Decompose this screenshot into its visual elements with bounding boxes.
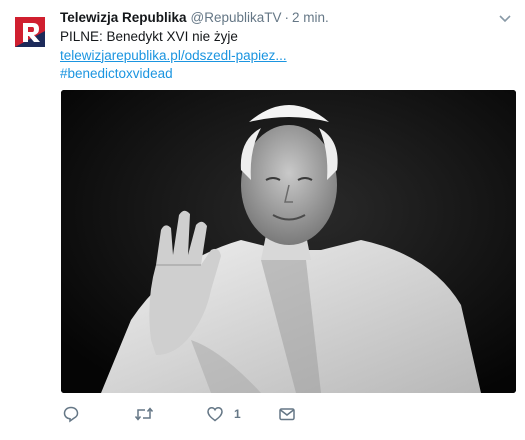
tweet-link[interactable]: telewizjarepublika.pl/odszedl-papiez... bbox=[60, 47, 505, 66]
direct-message-button[interactable] bbox=[278, 404, 296, 424]
tweet-hashtag[interactable]: #benedictoxvidead bbox=[60, 65, 505, 84]
avatar[interactable] bbox=[12, 14, 48, 50]
heart-icon bbox=[207, 407, 223, 422]
envelope-icon bbox=[279, 408, 295, 421]
retweet-icon bbox=[134, 407, 154, 421]
author-name[interactable]: Telewizja Republika bbox=[60, 10, 187, 25]
reply-icon bbox=[63, 406, 79, 423]
tweet-timestamp[interactable]: 2 min. bbox=[292, 10, 329, 25]
reply-button[interactable] bbox=[62, 404, 80, 424]
tweet-card[interactable]: Telewizja Republika @RepublikaTV · 2 min. P… bbox=[0, 0, 525, 440]
like-count: 1 bbox=[234, 407, 241, 421]
tweet-text: PILNE: Benedykt XVI nie żyje telewizjare… bbox=[60, 28, 505, 84]
republika-logo-icon bbox=[15, 17, 45, 47]
chevron-down-icon bbox=[499, 15, 511, 23]
more-options-button[interactable] bbox=[497, 10, 513, 26]
like-button[interactable]: 1 bbox=[206, 404, 241, 424]
retweet-button[interactable] bbox=[134, 404, 154, 424]
separator-dot: · bbox=[284, 10, 290, 25]
author-handle[interactable]: @RepublikaTV bbox=[191, 10, 282, 25]
tweet-photo[interactable] bbox=[61, 90, 516, 393]
photo-image bbox=[61, 90, 516, 393]
tweet-text-line: PILNE: Benedykt XVI nie żyje bbox=[60, 29, 238, 44]
tweet-actions: 1 bbox=[60, 402, 505, 426]
tweet-header: Telewizja Republika @RepublikaTV · 2 min. bbox=[60, 8, 485, 28]
